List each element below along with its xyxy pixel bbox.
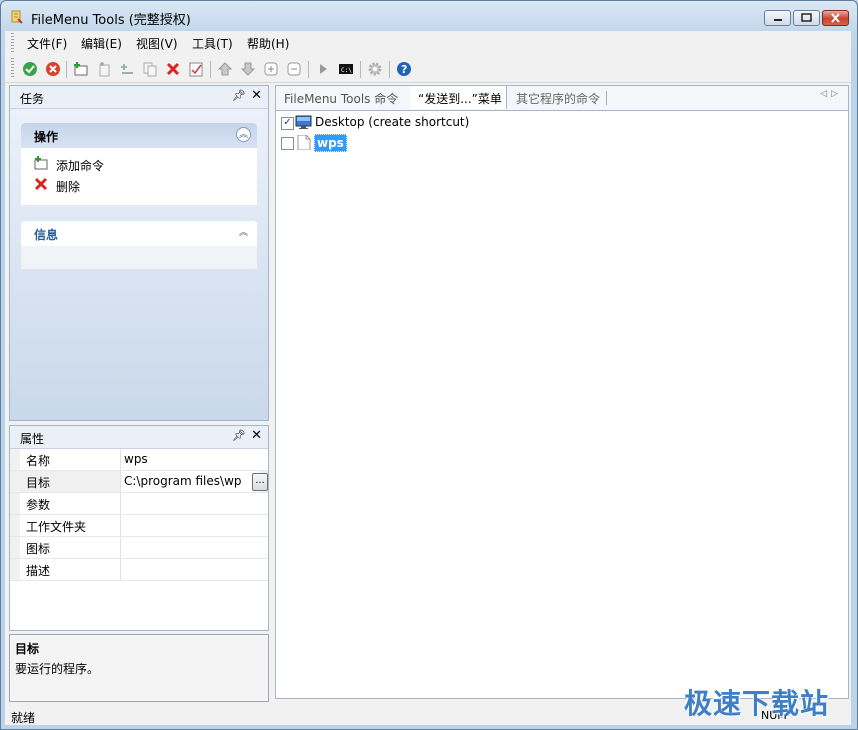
tab-scroll-arrows-icon[interactable]: ◁▷	[820, 89, 842, 99]
tab-sendto-menu[interactable]: “发送到...”菜单	[410, 86, 507, 109]
select-all-icon[interactable]	[188, 61, 204, 77]
property-row-icon[interactable]: 图标	[10, 537, 268, 559]
minimize-icon	[774, 19, 782, 21]
title-bar[interactable]: FileMenu Tools (完整授权)	[1, 1, 857, 31]
property-name: 图标	[26, 542, 51, 556]
file-icon	[297, 135, 311, 150]
restore-icon	[801, 13, 812, 22]
status-text: 就绪	[11, 711, 36, 725]
property-grid: 名称 wps 目标 C:\program files\wps... 参数 工作文件夹…	[10, 449, 268, 581]
menu-bar: 文件(F) 编辑(E) 视图(V) 工具(T) 帮助(H)	[5, 31, 851, 55]
add-command-icon[interactable]	[73, 61, 89, 77]
settings-gear-icon[interactable]	[367, 61, 383, 77]
tab-strip: FileMenu Tools 命令 “发送到...”菜单 其它程序的命令 ◁▷	[276, 86, 848, 111]
browse-button[interactable]: ...	[252, 473, 268, 491]
close-pane-icon[interactable]: ✕	[251, 428, 262, 443]
menu-tools[interactable]: 工具(T)	[192, 35, 233, 52]
move-up-icon[interactable]	[217, 61, 233, 77]
console-icon[interactable]: C:\	[338, 61, 354, 77]
toolbar: C:\ ?	[5, 56, 851, 83]
copy-icon[interactable]	[142, 61, 158, 77]
tasks-pane-title: 任务	[20, 92, 45, 106]
property-name: 名称	[26, 454, 51, 468]
add-command-label: 添加命令	[56, 159, 105, 173]
menu-file[interactable]: 文件(F)	[27, 35, 67, 52]
svg-text:?: ?	[401, 63, 407, 76]
apply-check-icon[interactable]	[22, 61, 38, 77]
close-button[interactable]	[822, 10, 849, 26]
property-name: 参数	[26, 498, 51, 512]
delete-icon[interactable]	[165, 61, 181, 77]
delete-icon	[34, 177, 48, 191]
tasks-pane: 任务 📌︎ ✕ 操作 ︽ 添加命令 删除 信息 ︽	[9, 85, 269, 421]
menu-edit[interactable]: 编辑(E)	[81, 35, 122, 52]
collapse-chevron-icon[interactable]: ︽	[236, 225, 251, 240]
menu-help[interactable]: 帮助(H)	[247, 35, 289, 52]
item-checkbox[interactable]	[281, 137, 294, 150]
desktop-icon	[295, 115, 312, 129]
toolbar-grip[interactable]	[11, 58, 14, 78]
description-pane: 目标 要运行的程序。	[9, 634, 269, 702]
tab-filemenu-commands[interactable]: FileMenu Tools 命令	[284, 90, 398, 109]
description-title: 目标	[15, 642, 40, 656]
expand-icon[interactable]	[263, 61, 279, 77]
property-value[interactable]: wps	[124, 452, 254, 466]
menubar-grip[interactable]	[11, 33, 14, 53]
app-icon	[11, 10, 23, 24]
close-pane-icon[interactable]: ✕	[251, 88, 262, 103]
minimize-button[interactable]	[764, 10, 791, 26]
property-value[interactable]: C:\program files\wps	[124, 474, 242, 488]
tab-other-programs[interactable]: 其它程序的命令	[516, 90, 600, 109]
property-row-working-folder[interactable]: 工作文件夹	[10, 515, 268, 537]
property-name: 工作文件夹	[26, 520, 87, 534]
item-label: wps	[314, 134, 347, 152]
actions-panel: 操作 ︽ 添加命令 删除	[21, 123, 257, 205]
property-row-name[interactable]: 名称 wps	[10, 449, 268, 471]
collapse-icon[interactable]	[286, 61, 302, 77]
add-command-task[interactable]: 添加命令	[21, 154, 257, 175]
actions-panel-title: 操作	[34, 130, 59, 144]
sendto-list: ✓ Desktop (create shortcut) wps	[279, 113, 845, 693]
add-separator-icon[interactable]	[119, 61, 135, 77]
client-area: 文件(F) 编辑(E) 视图(V) 工具(T) 帮助(H) C:\ ? 任务 📌…	[5, 31, 851, 725]
properties-pane: 属性 📌︎ ✕ 名称 wps 目标 C:\program files\wps... …	[9, 425, 269, 631]
tasks-pane-header: 任务 📌︎ ✕	[10, 86, 268, 109]
property-name: 描述	[26, 564, 51, 578]
run-icon[interactable]	[315, 61, 331, 77]
close-icon	[831, 13, 840, 23]
menu-view[interactable]: 视图(V)	[136, 35, 178, 52]
move-down-icon[interactable]	[240, 61, 256, 77]
property-row-arguments[interactable]: 参数	[10, 493, 268, 515]
add-submenu-icon[interactable]	[96, 61, 112, 77]
maximize-button[interactable]	[793, 10, 820, 26]
delete-task[interactable]: 删除	[21, 175, 257, 196]
property-row-target[interactable]: 目标 C:\program files\wps...	[10, 471, 268, 493]
item-checkbox[interactable]: ✓	[281, 117, 294, 130]
commands-pane: FileMenu Tools 命令 “发送到...”菜单 其它程序的命令 ◁▷ …	[275, 85, 849, 699]
properties-pane-header: 属性 📌︎ ✕	[10, 426, 268, 449]
actions-panel-header[interactable]: 操作 ︽	[21, 123, 257, 148]
item-label: Desktop (create shortcut)	[315, 115, 470, 129]
properties-pane-title: 属性	[20, 432, 45, 446]
help-icon[interactable]: ?	[396, 61, 412, 77]
pin-icon[interactable]: 📌︎	[232, 89, 246, 102]
window-title: FileMenu Tools (完整授权)	[31, 13, 191, 28]
pin-icon[interactable]: 📌︎	[232, 429, 246, 442]
svg-text:C:\: C:\	[341, 67, 352, 74]
delete-label: 删除	[56, 180, 81, 194]
cancel-x-icon[interactable]	[45, 61, 61, 77]
add-command-icon	[34, 156, 48, 170]
tab-divider	[606, 91, 607, 105]
property-name: 目标	[26, 476, 51, 490]
list-item[interactable]: wps	[279, 133, 845, 153]
app-window: FileMenu Tools (完整授权) 文件(F) 编辑(E) 视图(V) …	[0, 0, 858, 730]
list-item[interactable]: ✓ Desktop (create shortcut)	[279, 113, 845, 133]
info-panel-header[interactable]: 信息 ︽	[21, 221, 257, 246]
info-panel: 信息 ︽	[21, 221, 257, 269]
description-text: 要运行的程序。	[15, 662, 100, 676]
watermark-logo: 极速下载站	[684, 687, 830, 720]
collapse-chevron-icon[interactable]: ︽	[236, 127, 251, 142]
property-row-description[interactable]: 描述	[10, 559, 268, 581]
info-panel-title: 信息	[34, 228, 59, 242]
